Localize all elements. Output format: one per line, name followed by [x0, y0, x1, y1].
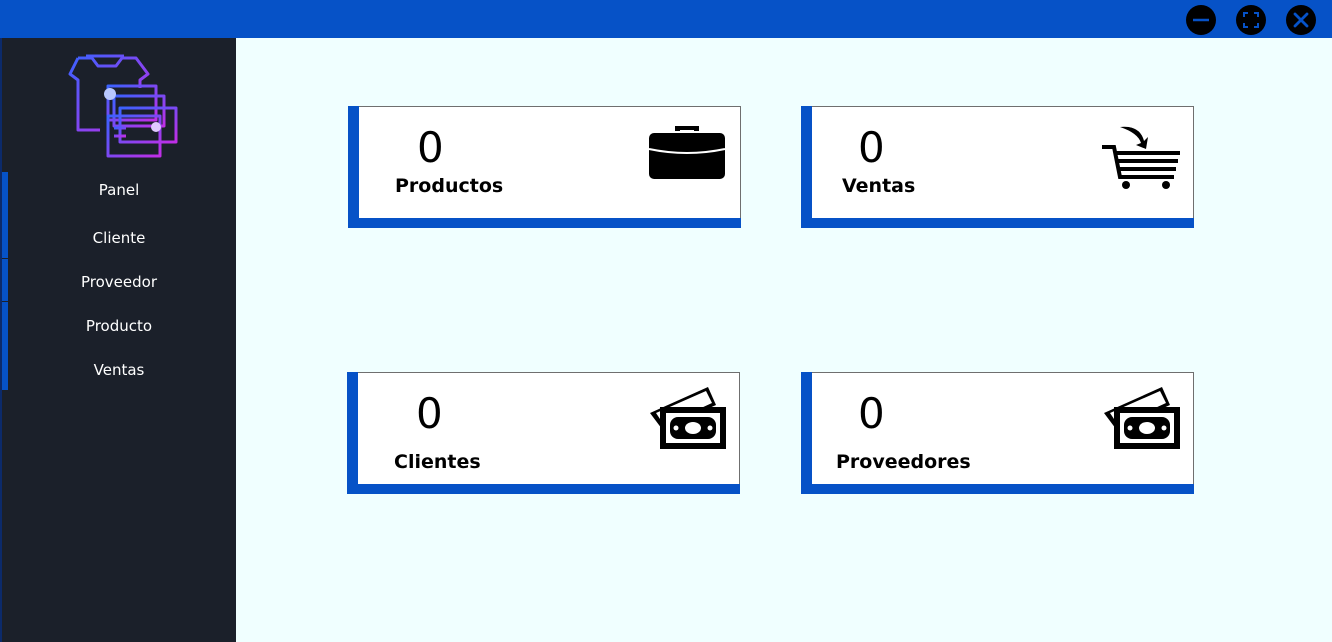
- card-productos: 0 Productos: [348, 106, 741, 228]
- sidebar-item-label: Cliente: [92, 229, 146, 247]
- maximize-button[interactable]: [1236, 5, 1266, 35]
- sidebar-item-proveedor[interactable]: Proveedor: [2, 262, 236, 302]
- card-value: 0: [417, 123, 444, 172]
- card-value: 0: [416, 389, 443, 438]
- sidebar-item-label: Proveedor: [81, 273, 157, 291]
- card-accent-bottom: [801, 484, 1194, 494]
- sidebar-item-producto[interactable]: Producto: [2, 306, 236, 346]
- card-accent-left: [348, 106, 359, 228]
- close-icon: [1293, 12, 1309, 28]
- card-proveedores: 0 Proveedores: [801, 372, 1194, 494]
- card-label: Clientes: [394, 451, 481, 473]
- sidebar-item-panel[interactable]: Panel: [2, 170, 236, 210]
- close-button[interactable]: [1286, 5, 1316, 35]
- money-icon: [1104, 387, 1180, 449]
- card-value: 0: [858, 123, 885, 172]
- sidebar-item-label: Ventas: [93, 361, 145, 379]
- card-label: Proveedores: [836, 451, 971, 473]
- briefcase-icon: [648, 126, 726, 179]
- card-label: Ventas: [842, 175, 916, 197]
- sidebar-item-ventas[interactable]: Ventas: [2, 350, 236, 390]
- card-label: Productos: [395, 175, 504, 197]
- card-accent-left: [801, 372, 812, 494]
- card-accent-left: [801, 106, 812, 228]
- sidebar-item-label: Panel: [98, 181, 140, 199]
- card-value: 0: [858, 389, 885, 438]
- card-accent-bottom: [348, 218, 741, 228]
- sidebar-item-label: Producto: [85, 317, 153, 335]
- clothing-store-logo: [68, 54, 178, 158]
- minimize-icon: [1193, 18, 1209, 22]
- card-clientes: 0 Clientes: [347, 372, 740, 494]
- card-accent-left: [347, 372, 358, 494]
- maximize-icon: [1243, 12, 1259, 28]
- sidebar: Panel Cliente Proveedor Producto Ventas: [0, 38, 236, 642]
- minimize-button[interactable]: [1186, 5, 1216, 35]
- money-icon: [650, 387, 726, 449]
- title-bar: [0, 0, 1332, 38]
- shopping-cart-icon: [1102, 126, 1180, 189]
- card-accent-bottom: [801, 218, 1194, 228]
- card-accent-bottom: [347, 484, 740, 494]
- sidebar-item-cliente[interactable]: Cliente: [2, 218, 236, 258]
- card-ventas: 0 Ventas: [801, 106, 1194, 228]
